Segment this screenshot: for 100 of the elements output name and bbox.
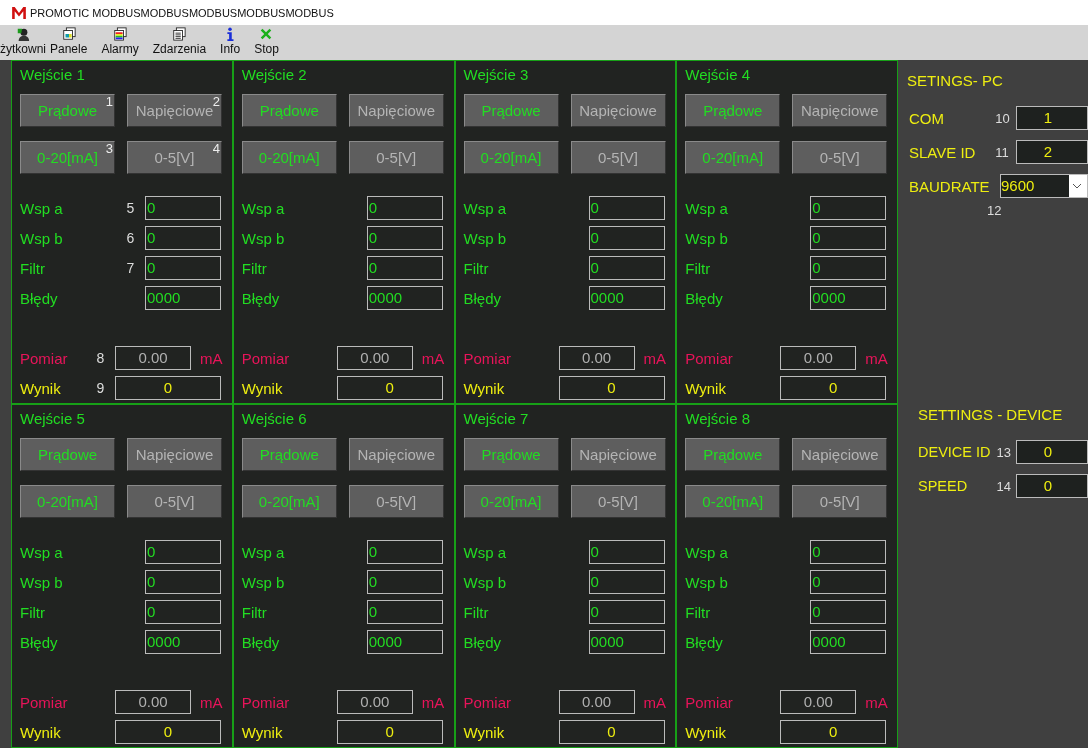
toolbar-info-button[interactable]: Info: [218, 27, 243, 57]
measurement-field: 0.00: [780, 346, 857, 370]
setting-label: SPEED: [918, 478, 969, 494]
input-field[interactable]: 0: [145, 196, 221, 220]
setting-field[interactable]: 0: [1016, 440, 1088, 464]
input-field[interactable]: 0: [810, 256, 887, 280]
callout-number: 8: [96, 350, 105, 366]
input-field[interactable]: 0: [366, 196, 443, 220]
input-field[interactable]: 0: [588, 256, 665, 280]
input-field[interactable]: 0: [810, 226, 887, 250]
toolbar-alarms-button[interactable]: Alarmy: [99, 27, 141, 57]
input-field[interactable]: 0: [366, 570, 443, 594]
parameter-label: Filtr: [241, 603, 268, 621]
measurement-field: 0.00: [558, 346, 635, 370]
input-field[interactable]: 0: [588, 196, 665, 220]
parameter-label: Filtr: [463, 259, 490, 277]
parameter-label: Wsp a: [20, 199, 64, 217]
input-field[interactable]: 0: [588, 540, 665, 564]
parameter-label: Wsp a: [685, 199, 729, 217]
windows-icon: [61, 27, 76, 42]
panel-title: Wejście 7: [463, 409, 530, 429]
input-field[interactable]: 0: [588, 600, 665, 624]
result-label: Wynik: [685, 723, 727, 741]
parameter-label: Filtr: [20, 259, 46, 277]
result-field: 0: [558, 720, 665, 744]
measurement-label: Pomiar: [685, 693, 734, 711]
setting-label: BAUDRATE: [908, 177, 991, 195]
input-field[interactable]: 0000: [588, 630, 665, 654]
result-label: Wynik: [685, 379, 727, 397]
input-field[interactable]: 0: [810, 570, 887, 594]
range-button[interactable]: 0-20[mA]: [241, 141, 337, 174]
measurement-field: 0.00: [336, 690, 413, 714]
input-field[interactable]: 0: [366, 226, 443, 250]
range-button[interactable]: 0-20[mA]: [463, 141, 559, 174]
input-field[interactable]: 0: [145, 540, 221, 564]
measurement-label: Pomiar: [685, 349, 734, 367]
close-icon: [259, 27, 274, 42]
result-label: Wynik: [463, 723, 506, 741]
input-field[interactable]: 0: [366, 540, 443, 564]
measurement-field: 0.00: [336, 346, 413, 370]
input-field[interactable]: 0: [588, 570, 665, 594]
parameter-label: Wsp a: [241, 199, 286, 217]
parameter-label: Filtr: [20, 603, 46, 621]
input-field[interactable]: 0: [145, 600, 221, 624]
mode-button[interactable]: Prądowe: [241, 438, 337, 471]
toolbar-stop-button[interactable]: Stop: [252, 27, 281, 57]
mode-button[interactable]: Prądowe: [20, 438, 115, 471]
parameter-label: Błędy: [463, 633, 503, 651]
measurement-field: 0.00: [780, 690, 857, 714]
measurement-label: Pomiar: [20, 693, 69, 711]
measurement-label: Pomiar: [463, 693, 512, 711]
input-field[interactable]: 0: [145, 226, 221, 250]
setting-field[interactable]: 0: [1016, 474, 1088, 498]
mode-button[interactable]: Prądowe: [685, 94, 781, 127]
range-button[interactable]: 0-20[mA]: [463, 485, 559, 518]
input-field[interactable]: 0: [810, 600, 887, 624]
input-field[interactable]: 0: [366, 256, 443, 280]
mode-button[interactable]: Prądowe: [463, 438, 559, 471]
setting-field[interactable]: 1: [1016, 106, 1088, 130]
parameter-label: Wsp a: [20, 543, 64, 561]
parameter-label: Wsp b: [463, 573, 507, 591]
range-button[interactable]: 0-20[mA]: [20, 485, 115, 518]
input-field[interactable]: 0: [810, 540, 887, 564]
callout-number: 12: [987, 203, 1003, 218]
panel-title: Wejście 6: [241, 409, 308, 429]
input-field[interactable]: 0000: [366, 286, 443, 310]
input-field[interactable]: 0: [366, 600, 443, 624]
parameter-label: Wsp b: [20, 573, 64, 591]
input-field[interactable]: 0: [588, 226, 665, 250]
mode-button[interactable]: Prądowe: [241, 94, 337, 127]
toolbar-panels-button[interactable]: Panele: [48, 27, 90, 57]
mode-button[interactable]: Prądowe: [463, 94, 559, 127]
range-button[interactable]: 0-20[mA]: [685, 485, 781, 518]
result-field: 0: [558, 376, 665, 400]
mode-button[interactable]: Prądowe: [685, 438, 781, 471]
input-field[interactable]: 0000: [588, 286, 665, 310]
range-button[interactable]: 0-20[mA]: [685, 141, 781, 174]
input-field[interactable]: 0000: [145, 630, 221, 654]
measurement-label: Pomiar: [20, 349, 69, 367]
range-button[interactable]: 0-20[mA]: [241, 485, 337, 518]
input-field[interactable]: 0000: [810, 286, 887, 310]
input-field[interactable]: 0: [145, 256, 221, 280]
unit-label: mA: [200, 349, 223, 367]
toolbar-events-button[interactable]: Zdarzenia: [150, 27, 209, 57]
toolbar-user-button[interactable]: żytkowni: [0, 27, 48, 57]
callout-number: 10: [995, 110, 1011, 126]
setting-label: DEVICE ID: [918, 444, 992, 460]
measurement-label: Pomiar: [241, 349, 291, 367]
callout-number: 4: [212, 141, 220, 156]
input-field[interactable]: 0: [810, 196, 887, 220]
input-field[interactable]: 0: [145, 570, 221, 594]
parameter-label: Wsp b: [241, 573, 286, 591]
parameter-label: Wsp a: [241, 543, 286, 561]
baudrate-dropdown[interactable]: 9600: [1000, 174, 1088, 198]
unit-label: mA: [421, 693, 445, 711]
input-field[interactable]: 0000: [366, 630, 443, 654]
input-field[interactable]: 0000: [810, 630, 887, 654]
input-field[interactable]: 0000: [145, 286, 221, 310]
result-field: 0: [115, 376, 221, 400]
setting-field[interactable]: 2: [1016, 140, 1088, 164]
